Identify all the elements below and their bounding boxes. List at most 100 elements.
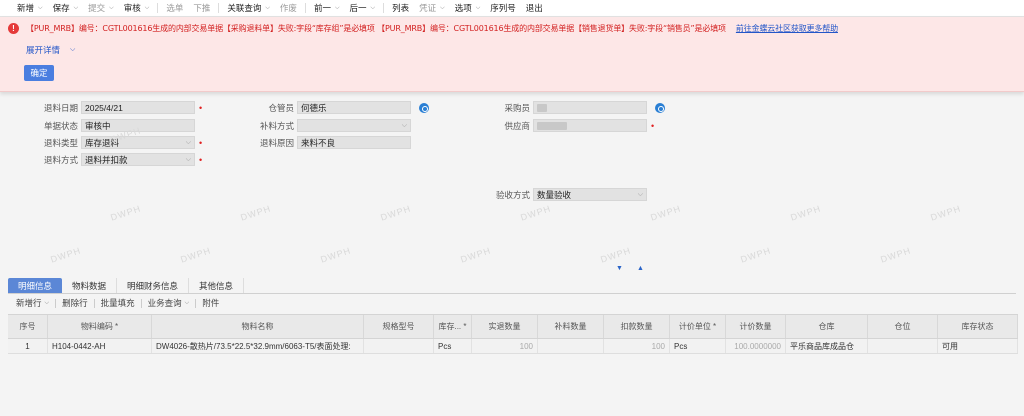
- toolbar-1-button[interactable]: 新增 ⌵: [12, 0, 48, 17]
- status-row: 单据状态 审核中: [44, 119, 195, 132]
- grid-header-cell[interactable]: 物料名称: [152, 315, 364, 338]
- table-cell[interactable]: 100: [472, 339, 538, 353]
- toolbar-2-button[interactable]: 保存 ⌵: [48, 0, 84, 17]
- return-method-row: 退料方式 退料并扣款 ⌵ •: [44, 153, 202, 166]
- grid-header-cell[interactable]: 仓库: [786, 315, 868, 338]
- table-cell[interactable]: [538, 339, 604, 353]
- entry-toolbar-1-button[interactable]: 新增行 ⌵: [12, 297, 53, 309]
- toolbar-separator: [218, 3, 220, 13]
- entry-toolbar-separator: [140, 298, 142, 308]
- grid-header-cell[interactable]: 仓位: [868, 315, 938, 338]
- status-field: 审核中: [81, 119, 195, 132]
- chevron-down-icon: ⌵: [265, 4, 270, 11]
- panel-toggle[interactable]: ▼ ▲: [616, 265, 644, 272]
- grid-header-cell[interactable]: 物料编码 *: [48, 315, 152, 338]
- toolbar-button-label: 审核: [123, 3, 141, 13]
- grid-header-cell[interactable]: 规格型号: [364, 315, 434, 338]
- tab-2[interactable]: 物料数据: [62, 278, 118, 294]
- entry-toolbar-2-button[interactable]: 删除行: [58, 297, 92, 309]
- entry-toolbar-label: 删除行: [62, 298, 88, 308]
- toolbar-button-label: 后一: [349, 3, 367, 13]
- chevron-down-icon: ⌵: [370, 4, 376, 11]
- grid-header-cell[interactable]: 补料数量: [538, 315, 604, 338]
- toolbar-12-button[interactable]: 凭证 ⌵: [414, 0, 450, 17]
- return-type-select[interactable]: 库存退料 ⌵: [81, 136, 195, 149]
- inspect-row: 验收方式 数量验收 ⌵: [496, 188, 647, 201]
- required-mark: •: [199, 102, 203, 113]
- grid-header-cell[interactable]: 库存状态: [938, 315, 1018, 338]
- toolbar-15-button[interactable]: 退出: [521, 0, 548, 17]
- supplement-select[interactable]: ⌵: [297, 119, 411, 132]
- toolbar-10-button[interactable]: 后一 ⌵: [345, 0, 381, 17]
- return-date-row: 退料日期 2025/4/21 •: [44, 101, 202, 114]
- chevron-down-icon: ⌵: [185, 138, 191, 146]
- table-cell[interactable]: 100.0000000: [726, 339, 786, 353]
- table-cell[interactable]: 可用: [938, 339, 1018, 353]
- inspect-select[interactable]: 数量验收 ⌵: [533, 188, 647, 201]
- grid-header-cell[interactable]: 实退数量: [472, 315, 538, 338]
- table-cell[interactable]: [868, 339, 938, 353]
- entry-toolbar-5-button[interactable]: 附件: [198, 297, 223, 309]
- entry-toolbar-separator: [55, 298, 57, 308]
- tab-1[interactable]: 明细信息: [8, 278, 63, 294]
- table-cell[interactable]: H104-0442-AH: [48, 339, 152, 353]
- toolbar-14-button[interactable]: 序列号: [485, 0, 521, 17]
- toolbar-separator: [157, 3, 159, 13]
- table-cell[interactable]: 平乐商品库成品仓: [786, 339, 868, 353]
- table-cell[interactable]: DW4026-散热片/73.5*22.5*32.9mm/6063-T5/表面处理…: [152, 339, 364, 353]
- table-row[interactable]: 1 H104-0442-AH DW4026-散热片/73.5*22.5*32.9mm…: [8, 339, 1018, 354]
- grid-header-cell[interactable]: 序号: [8, 315, 48, 338]
- return-method-label: 退料方式: [44, 154, 78, 165]
- toolbar-5-button[interactable]: 选单: [161, 0, 188, 17]
- table-cell[interactable]: Pcs: [434, 339, 472, 353]
- toolbar-11-button[interactable]: 列表: [387, 0, 414, 17]
- buyer-field[interactable]: [533, 101, 647, 114]
- arrow-down-icon[interactable]: ▼: [616, 265, 623, 272]
- lookup-icon[interactable]: [419, 102, 429, 113]
- toolbar-13-button[interactable]: 选项 ⌵: [450, 0, 486, 17]
- detail-tabs: 明细信息 物料数据 明细财务信息 其他信息: [8, 276, 245, 294]
- grid-header-cell[interactable]: 计价单位 *: [670, 315, 726, 338]
- error-banner: ! 【PUR_MRB】编号：CGTL001616生成的内部交易单据【采购退料单】…: [0, 17, 1024, 92]
- supplier-field[interactable]: [533, 119, 647, 132]
- chevron-down-icon: ⌵: [109, 4, 114, 11]
- exclamation-icon: !: [8, 23, 19, 34]
- grid-header-cell[interactable]: 扣款数量: [604, 315, 670, 338]
- entry-toolbar-4-button[interactable]: 业务查询 ⌵: [144, 297, 194, 309]
- reason-row: 退料原因 来料不良: [260, 136, 411, 149]
- entry-toolbar: 新增行 ⌵ 删除行 批量填充 业务查询 ⌵ 附件: [12, 296, 223, 310]
- expand-details-toggle[interactable]: 展开详情 ⌵: [26, 44, 75, 56]
- arrow-up-icon[interactable]: ▲: [637, 265, 644, 272]
- entry-toolbar-label: 业务查询: [147, 298, 182, 308]
- return-type-value: 库存退料: [85, 137, 120, 148]
- lookup-icon[interactable]: [655, 102, 665, 113]
- tab-3[interactable]: 明细财务信息: [117, 278, 190, 294]
- confirm-button[interactable]: 确定: [24, 65, 54, 81]
- table-cell[interactable]: Pcs: [670, 339, 726, 353]
- toolbar-9-button[interactable]: 前一 ⌵: [309, 0, 345, 17]
- error-message: 【PUR_MRB】编号：CGTL001616生成的内部交易单据【采购退料单】失败…: [26, 23, 838, 34]
- toolbar-7-button[interactable]: 关联查询 ⌵: [222, 0, 275, 17]
- return-type-label: 退料类型: [44, 137, 78, 148]
- toolbar-4-button[interactable]: 审核 ⌵: [119, 0, 155, 17]
- reason-field[interactable]: 来料不良: [297, 136, 411, 149]
- return-date-field[interactable]: 2025/4/21: [81, 101, 195, 114]
- grid-header-cell[interactable]: 库存... *: [434, 315, 472, 338]
- keeper-row: 仓管员 何德乐: [260, 101, 429, 114]
- table-cell[interactable]: 1: [8, 339, 48, 353]
- community-help-link[interactable]: 前往金蝶云社区获取更多帮助: [736, 23, 838, 34]
- toolbar-3-button[interactable]: 提交 ⌵: [83, 0, 119, 17]
- keeper-field[interactable]: 何德乐: [297, 101, 411, 114]
- reason-label: 退料原因: [260, 137, 294, 148]
- return-method-select[interactable]: 退料并扣款 ⌵: [81, 153, 195, 166]
- table-cell[interactable]: [364, 339, 434, 353]
- tab-4[interactable]: 其他信息: [189, 278, 245, 294]
- toolbar-6-button[interactable]: 下推: [188, 0, 215, 17]
- entry-toolbar-3-button[interactable]: 批量填充: [97, 297, 139, 309]
- chevron-down-icon: ⌵: [440, 4, 445, 11]
- chevron-down-icon: ⌵: [184, 299, 190, 306]
- grid-header-cell[interactable]: 计价数量: [726, 315, 786, 338]
- grid-body: 1 H104-0442-AH DW4026-散热片/73.5*22.5*32.9mm…: [8, 339, 1018, 354]
- table-cell[interactable]: 100: [604, 339, 670, 353]
- toolbar-8-button[interactable]: 作废: [275, 0, 302, 17]
